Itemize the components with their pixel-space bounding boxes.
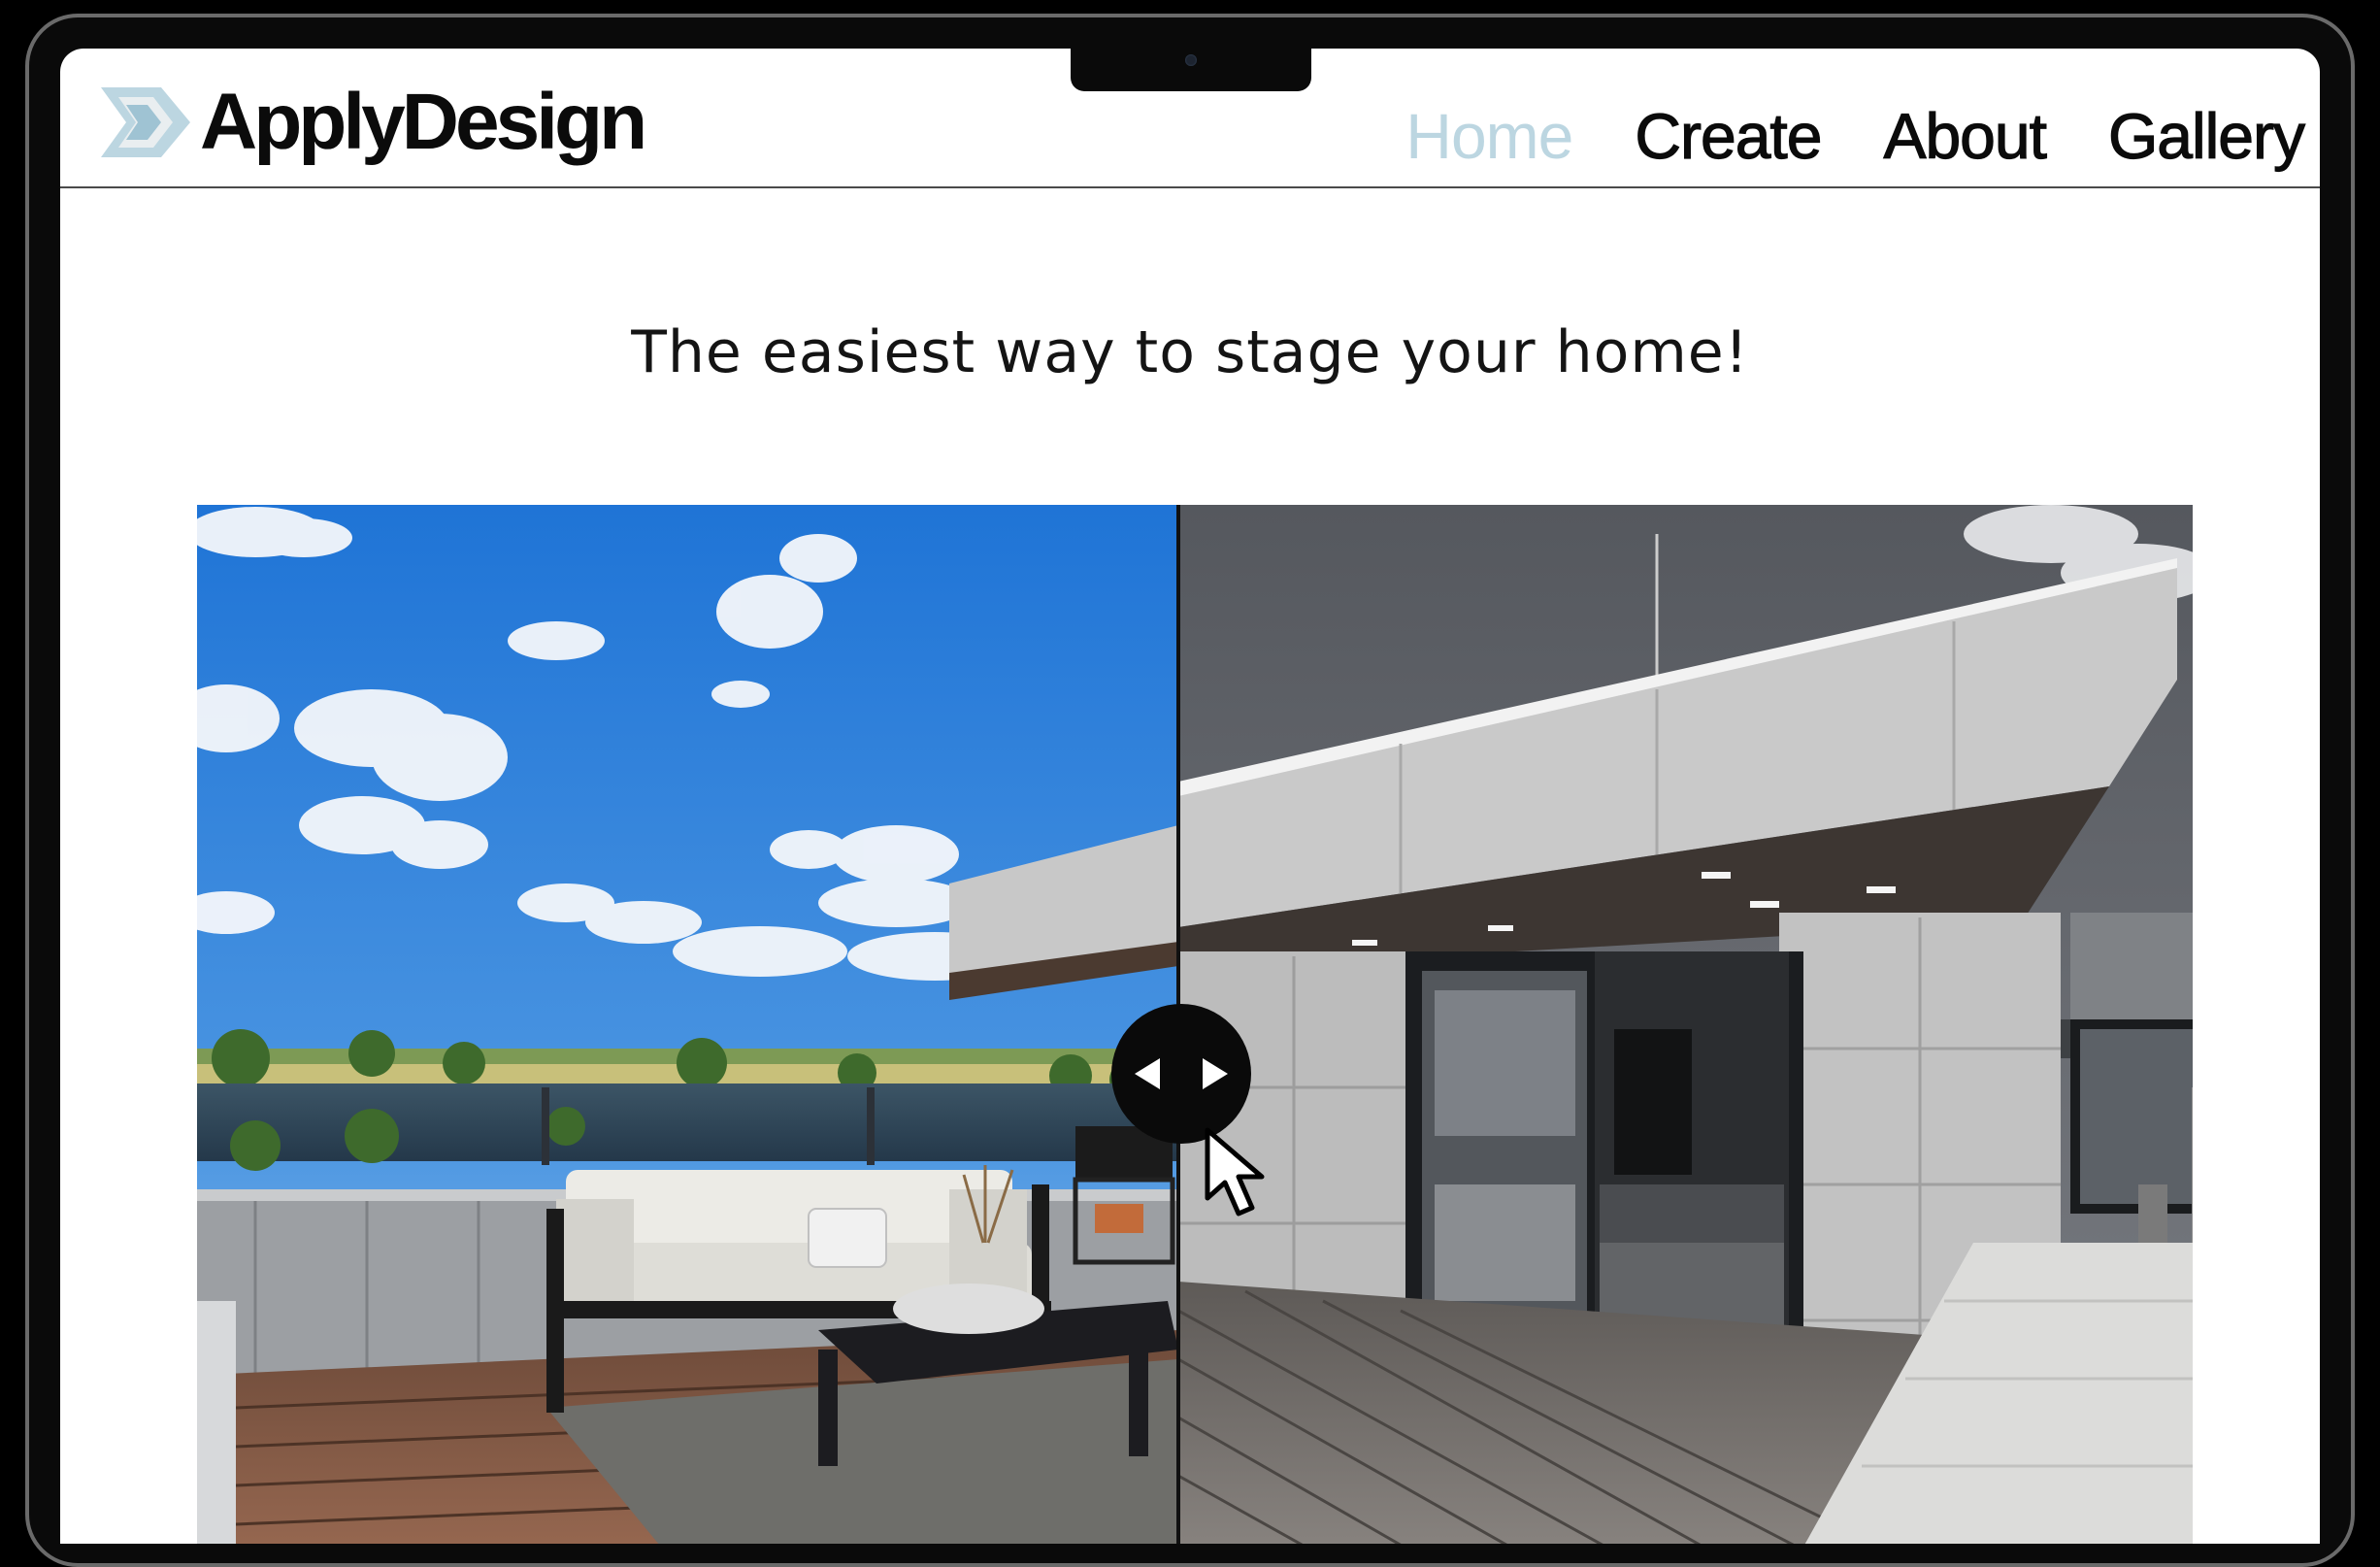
hero-tagline: The easiest way to stage your home! [631,318,1749,386]
nav-create[interactable]: Create [1635,99,1823,173]
staged-photo [197,505,1178,1544]
arrow-right-icon [1203,1058,1228,1089]
brand-logo[interactable]: ApplyDesign [101,78,647,166]
nav-home[interactable]: Home [1405,99,1573,173]
main-nav: Home Create About Gallery [1405,99,2305,173]
webcam-icon [1185,54,1197,66]
nav-gallery[interactable]: Gallery [2107,99,2305,173]
browser-viewport: ApplyDesign Home Create About Gallery Th… [60,49,2320,1544]
before-after-slider[interactable] [197,505,2193,1544]
chevron-logo-icon [101,87,190,157]
empty-photo [1178,505,2193,1544]
nav-about[interactable]: About [1883,99,2048,173]
arrow-left-icon [1135,1058,1160,1089]
camera-notch [1071,47,1311,91]
brand-name: ApplyDesign [200,78,647,166]
slider-handle[interactable] [1111,1004,1251,1144]
mouse-pointer-icon [1205,1127,1265,1217]
